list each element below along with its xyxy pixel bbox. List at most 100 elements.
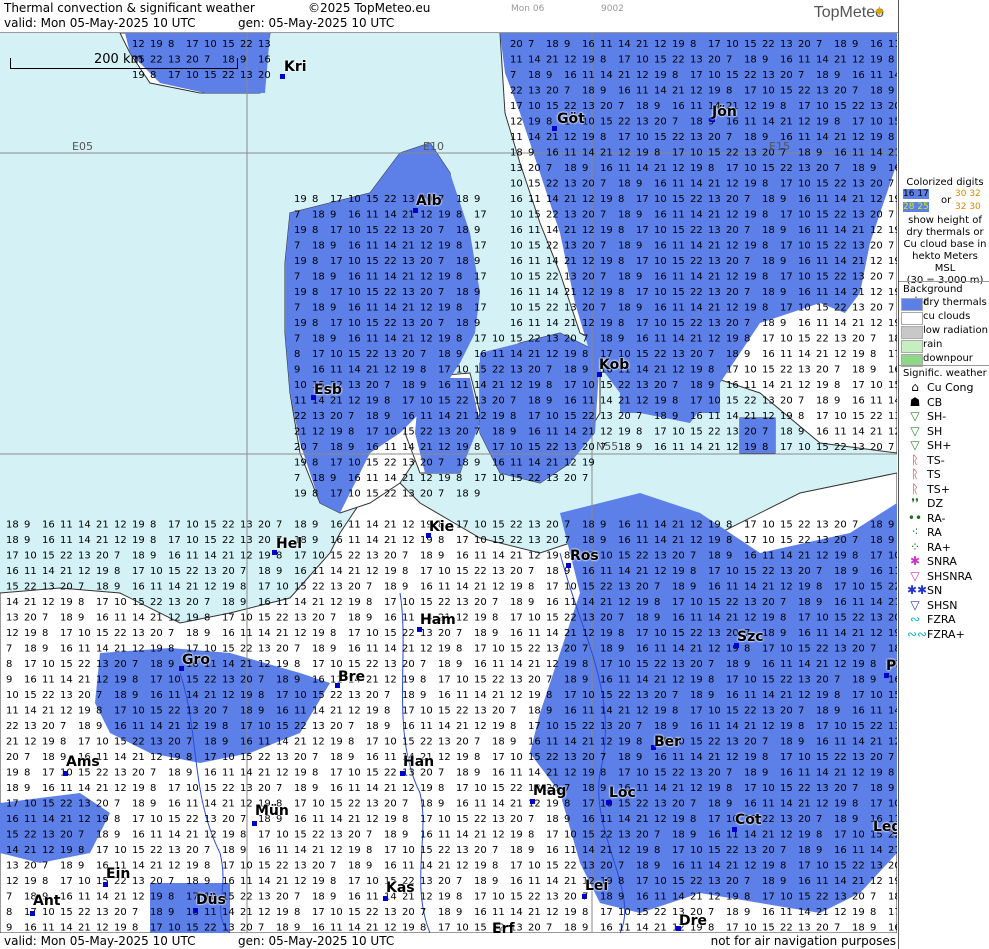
city-label-got[interactable]: Göt [557,111,585,127]
city-label-ein[interactable]: Ein [106,866,130,882]
cloud-base-value: 18 [636,861,649,872]
cloud-base-value: 8 [402,814,408,825]
cloud-base-value: 22 [222,783,235,794]
cloud-base-value: 21 [528,659,541,670]
cloud-base-value: 14 [384,210,397,221]
cloud-base-value: 13 [366,551,379,562]
cloud-base-value: 18 [708,551,721,562]
city-label-p[interactable]: P [886,658,896,674]
cloud-base-value: 19 [744,752,757,763]
cloud-base-value: 21 [402,241,415,252]
cloud-base-value: 22 [438,845,451,856]
city-label-ams[interactable]: Ams [66,754,100,770]
city-label-esb[interactable]: Esb [314,382,342,398]
cloud-base-value: 7 [546,923,552,934]
cloud-base-value: 15 [222,39,235,50]
city-label-szc[interactable]: Szc [737,629,764,645]
topmeteo-logo[interactable]: TopMeteo ✦ [814,4,886,22]
city-label-ros[interactable]: Ros [570,548,599,564]
cloud-base-value: 21 [708,752,721,763]
cloud-base-value: 8 [204,861,210,872]
cloud-base-value: 14 [384,303,397,314]
city-label-kas[interactable]: Kas [386,880,415,896]
city-label-jon[interactable]: Jön [712,104,737,120]
cloud-base-value: 10 [420,706,433,717]
city-label-ham[interactable]: Ham [420,612,456,628]
cloud-base-value: 22 [456,706,469,717]
cloud-base-value: 9 [816,148,822,159]
cloud-base-value: 22 [24,830,37,841]
city-label-han[interactable]: Han [403,754,434,770]
cloud-base-value: 20 [708,132,721,143]
city-label-alb[interactable]: Alb [416,193,442,209]
cloud-base-value: 15 [132,845,145,856]
cloud-base-value: 15 [528,752,541,763]
cloud-base-value: 13 [402,458,415,469]
cloud-base-value: 19 [168,752,181,763]
city-label-dus[interactable]: Düs [196,892,226,908]
cloud-base-value: 12 [510,380,523,391]
cloud-base-value: 8 [888,132,894,143]
cloud-base-value: 9 [132,690,138,701]
cloud-base-value: 13 [132,876,145,887]
cloud-base-value: 18 [258,566,271,577]
shower-icon: ▽ [910,423,920,438]
city-label-erf[interactable]: Erf [492,921,515,933]
city-label-ber[interactable]: Ber [654,734,681,750]
cloud-base-value: 7 [636,411,642,422]
cloud-base-value: 13 [852,303,865,314]
cloud-base-value: 20 [690,349,703,360]
cloud-base-value: 22 [366,907,379,918]
weather-map[interactable]: 12 19 8 17 10 15 22 13 20 7 18 9 16 11 14 21 12 19 8 17 10 15… [0,33,897,933]
cloud-base-value: 21 [636,566,649,577]
cloud-base-value: 8 [456,303,462,314]
city-label-gro[interactable]: Gro [182,652,210,668]
cloud-base-value: 18 [348,613,361,624]
cloud-base-value: 22 [384,768,397,779]
city-label-cot[interactable]: Cot [735,812,762,828]
cloud-base-value: 22 [492,675,505,686]
cloud-base-value: 10 [150,814,163,825]
cloud-base-value: 12 [726,752,739,763]
cloud-base-value: 21 [204,690,217,701]
city-label-dre[interactable]: Dre [679,913,707,929]
cloud-base-value: 11 [474,551,487,562]
city-label-hel[interactable]: Hel [276,536,302,552]
cloud-base-value: 17 [330,225,343,236]
sigwx-legend-item: ⌂ Cu Cong [901,380,987,395]
background-legend-label: rain [923,339,943,350]
city-label-ant[interactable]: Ant [33,893,61,909]
cloud-base-value: 15 [366,287,379,298]
cloud-base-value: 17 [564,380,577,391]
city-label-kob[interactable]: Kob [599,357,629,373]
city-label-loc[interactable]: Loc [609,785,636,801]
city-label-mun[interactable]: Mün [255,803,289,819]
cloud-base-value: 10 [276,582,289,593]
cloud-base-value: 10 [348,318,361,329]
cloud-base-value: 19 [222,582,235,593]
cloud-base-value: 10 [366,628,379,639]
city-label-kie[interactable]: Kie [429,519,454,535]
cloud-base-value: 21 [654,163,667,174]
cloud-base-value: 18 [600,644,613,655]
cloud-base-value: 10 [582,690,595,701]
cloud-base-value: 7 [276,783,282,794]
cloud-base-value: 8 [726,86,732,97]
city-label-mag[interactable]: Mag [533,783,566,799]
map-canvas[interactable]: 12 19 8 17 10 15 22 13 20 7 18 9 16 11 14 21 12 19 8 17 10 15… [0,33,897,933]
cloud-base-value: 19 [366,396,379,407]
cloud-base-value: 13 [636,117,649,128]
cloud-base-value: 14 [798,349,811,360]
city-label-bre[interactable]: Bre [338,669,365,685]
cloud-base-value: 17 [762,892,775,903]
rain-icon: ⁖ [911,525,919,539]
cloud-base-value: 10 [888,799,897,810]
city-label-leg[interactable]: Leg [873,819,897,835]
cloud-base-value: 8 [816,830,822,841]
cloud-base-value: 7 [798,70,804,81]
cloud-base-value: 13 [204,566,217,577]
city-label-lei[interactable]: Lei [585,878,608,894]
cloud-base-value: 9 [528,148,534,159]
cloud-base-value: 22 [186,814,199,825]
city-label-kri[interactable]: Kri [284,59,307,75]
